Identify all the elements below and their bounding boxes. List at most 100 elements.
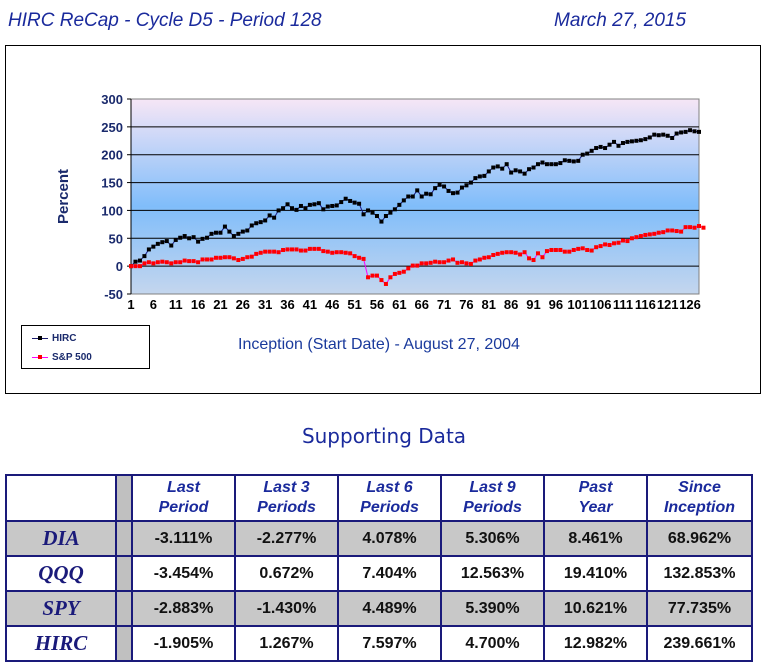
data-point — [397, 202, 402, 207]
data-point — [683, 129, 688, 134]
data-point — [276, 250, 281, 255]
table-cell: 132.853% — [646, 555, 753, 592]
data-point — [652, 132, 657, 137]
data-point — [191, 235, 196, 240]
data-point — [379, 278, 384, 283]
data-point — [553, 162, 558, 167]
data-point — [491, 253, 496, 257]
data-point — [589, 248, 594, 253]
data-point — [446, 188, 451, 193]
data-point — [638, 234, 643, 239]
data-point — [437, 260, 442, 265]
data-point — [321, 207, 326, 212]
data-point — [357, 201, 362, 206]
data-point — [594, 245, 599, 250]
header-corner — [5, 474, 117, 522]
data-point — [500, 250, 505, 255]
data-point — [339, 250, 344, 255]
data-point — [634, 235, 639, 240]
data-point — [383, 281, 388, 286]
data-point — [562, 158, 567, 163]
y-tick-label: 150 — [101, 176, 123, 191]
data-point — [343, 196, 348, 201]
data-point — [209, 231, 214, 236]
table-row: HIRC -1.905% 1.267% 7.597% 4.700% 12.982% 239.… — [5, 625, 753, 662]
data-point — [334, 203, 339, 208]
x-tick-label: 106 — [590, 297, 612, 312]
data-point — [200, 236, 205, 241]
col-header: Last 3 Periods — [234, 474, 339, 522]
data-point — [589, 148, 594, 153]
data-point — [620, 238, 625, 243]
data-point — [298, 203, 303, 208]
data-point — [692, 225, 697, 230]
data-point — [290, 206, 295, 211]
data-point — [419, 261, 424, 266]
data-point — [455, 260, 460, 265]
data-point — [473, 258, 478, 263]
data-point — [137, 258, 142, 263]
data-point — [477, 174, 482, 179]
data-point — [263, 218, 268, 223]
table-header-row: Last Period Last 3 Periods Last 6 Periods L… — [5, 474, 753, 522]
data-point — [486, 169, 491, 174]
y-axis-label: Percent — [55, 169, 72, 224]
data-point — [531, 258, 536, 263]
data-point — [218, 255, 223, 260]
data-point — [585, 247, 590, 252]
data-point — [451, 191, 456, 196]
table-row: SPY -2.883% -1.430% 4.489% 5.390% 10.621% 77.7… — [5, 590, 753, 627]
data-point — [629, 139, 634, 144]
data-point — [178, 235, 183, 240]
data-point — [576, 246, 581, 251]
data-point — [697, 224, 701, 229]
data-point — [240, 256, 245, 261]
data-point — [155, 260, 160, 265]
data-point — [620, 141, 625, 146]
data-point — [607, 142, 612, 147]
data-point — [401, 269, 406, 274]
x-tick-label: 101 — [567, 297, 589, 312]
data-point — [661, 230, 666, 235]
table-cell: 12.982% — [543, 625, 648, 662]
data-point — [348, 198, 353, 203]
data-point — [625, 139, 630, 144]
data-point — [643, 232, 648, 237]
data-point — [567, 158, 572, 163]
legend-label-hirc: HIRC — [52, 333, 77, 344]
data-point — [661, 132, 666, 137]
data-point — [486, 255, 491, 260]
data-point — [504, 250, 509, 255]
data-point — [518, 252, 523, 257]
table-cell: 7.404% — [337, 555, 442, 592]
data-point — [647, 135, 652, 140]
data-point — [205, 257, 210, 262]
table-cell: -1.430% — [234, 590, 339, 627]
table-cell: 5.390% — [440, 590, 545, 627]
data-point — [383, 214, 388, 218]
data-point — [603, 146, 608, 151]
x-tick-label: 36 — [280, 297, 294, 312]
table-cell: 4.489% — [337, 590, 442, 627]
data-point — [133, 264, 138, 269]
data-point — [670, 228, 675, 233]
data-point — [540, 160, 545, 165]
data-point — [146, 260, 151, 265]
data-point — [598, 144, 603, 149]
data-point — [272, 215, 277, 220]
data-point — [598, 244, 603, 249]
inception-annotation: Inception (Start Date) - August 27, 2004 — [238, 336, 520, 353]
data-point — [455, 190, 460, 195]
data-point — [196, 260, 201, 265]
table-cell: 7.597% — [337, 625, 442, 662]
data-point — [272, 249, 277, 254]
data-point — [549, 247, 554, 252]
x-tick-label: 66 — [414, 297, 428, 312]
data-point — [428, 260, 433, 265]
data-point — [169, 243, 174, 248]
data-point — [196, 239, 201, 244]
table-cell: -3.111% — [131, 520, 236, 557]
data-point — [679, 229, 684, 234]
data-point — [330, 203, 335, 208]
table-row: QQQ -3.454% 0.672% 7.404% 12.563% 19.410% 132.… — [5, 555, 753, 592]
